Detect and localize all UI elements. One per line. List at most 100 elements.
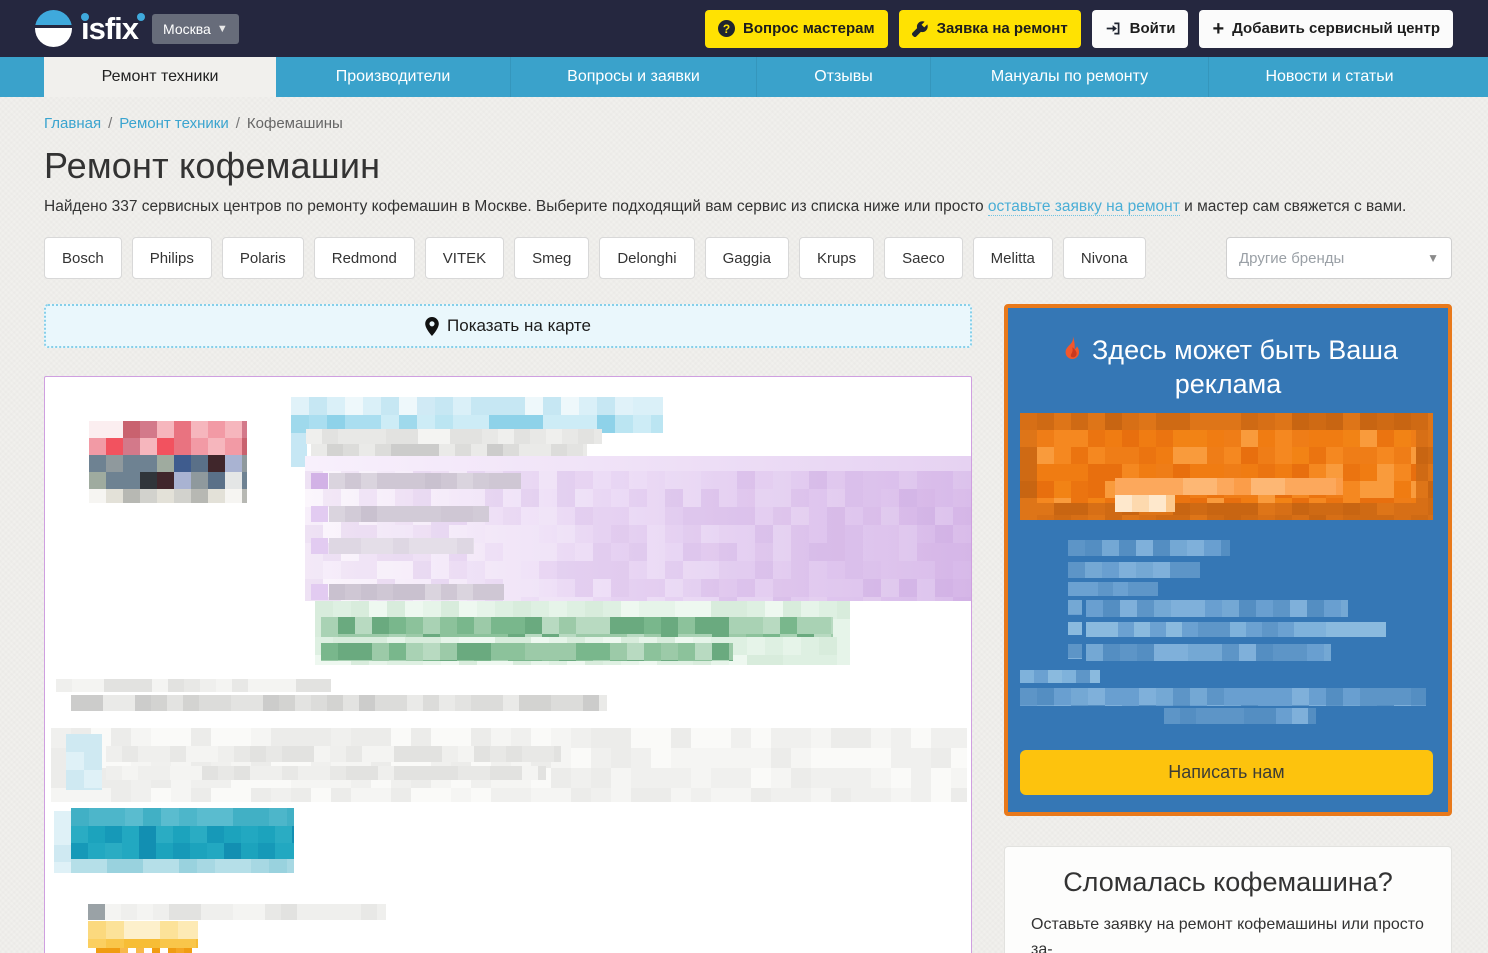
blurred-metro-row: [321, 643, 733, 661]
blurred-ad-text-line: [1068, 582, 1158, 596]
blurred-listing-logo: [89, 489, 247, 503]
blurred-listing-logo: [89, 421, 247, 457]
info-box-title: Сломалась кофемашина?: [1031, 867, 1425, 898]
chevron-down-icon: ▼: [1427, 251, 1439, 265]
ad-title: Здесь может быть Ваша реклама: [1038, 334, 1418, 402]
blurred-text-line: [329, 538, 474, 554]
service-listing-card: [44, 376, 972, 953]
other-brands-dropdown[interactable]: Другие бренды ▼: [1226, 237, 1452, 279]
blurred-bullet: [311, 584, 328, 600]
blurred-ad-bullet: [1068, 644, 1082, 659]
blurred-action-button: [71, 859, 294, 873]
blurred-ad-text-line: [1020, 670, 1100, 683]
tab-novosti-i-stati[interactable]: Новости и статьи: [1208, 57, 1450, 97]
leave-request-link[interactable]: оставьте заявку на ремонт: [988, 198, 1180, 216]
breadcrumb-current: Кофемашины: [247, 115, 343, 132]
blurred-ad-text-line: [1086, 622, 1386, 637]
brand-filter-smeg[interactable]: Smeg: [514, 237, 589, 279]
broken-machine-box: Сломалась кофемашина? Оставьте заявку на…: [1004, 846, 1452, 953]
blurred-ad-text-line: [1086, 644, 1331, 661]
advertising-box: Здесь может быть Ваша реклама Напис: [1004, 304, 1452, 816]
flame-icon: [1058, 336, 1084, 362]
tab-proizvoditeli[interactable]: Производители: [276, 57, 510, 97]
breadcrumb-home[interactable]: Главная: [44, 115, 101, 132]
brand-filter-melitta[interactable]: Melitta: [973, 237, 1053, 279]
site-logo[interactable]: isfix: [35, 10, 138, 47]
brand-filter-polaris[interactable]: Polaris: [222, 237, 304, 279]
blurred-text-line: [105, 904, 386, 920]
blurred-ad-text-line: [1020, 688, 1426, 706]
blurred-ad-text-line: [1068, 562, 1200, 578]
main-nav: Ремонт техники Производители Вопросы и з…: [0, 57, 1488, 97]
info-box-text: Оставьте заявку на ремонт кофемашины или…: [1031, 912, 1425, 953]
blurred-accent-strip: [66, 734, 102, 790]
blurred-text-line: [329, 584, 504, 600]
brand-filter-redmond[interactable]: Redmond: [314, 237, 415, 279]
tab-manualy-po-remontu[interactable]: Мануалы по ремонту: [930, 57, 1208, 97]
blurred-listing-title: [291, 397, 663, 415]
brand-filter-nivona[interactable]: Nivona: [1063, 237, 1146, 279]
ask-masters-button[interactable]: ? Вопрос мастерам: [705, 10, 888, 48]
tab-voprosy-i-zayavki[interactable]: Вопросы и заявки: [510, 57, 756, 97]
blurred-rating-stars: [88, 948, 192, 953]
blurred-text-line: [106, 746, 561, 762]
brand-filter-vitek[interactable]: VITEK: [425, 237, 504, 279]
blurred-rating-stars: [88, 921, 198, 939]
brand-filter-krups[interactable]: Krups: [799, 237, 874, 279]
breadcrumb-repair[interactable]: Ремонт техники: [119, 115, 228, 132]
blurred-ad-text-line: [1164, 708, 1316, 724]
city-selector[interactable]: Москва ▼: [152, 14, 239, 44]
blurred-text-line: [306, 429, 602, 444]
svg-text:?: ?: [723, 22, 730, 36]
logo-text: isfix: [81, 13, 138, 44]
logo-ball-icon: [35, 10, 72, 47]
brand-filter-delonghi[interactable]: Delonghi: [599, 237, 694, 279]
map-pin-icon: [425, 317, 439, 336]
blurred-ad-banner-highlight: [1115, 495, 1175, 512]
tab-otzyvy[interactable]: Отзывы: [756, 57, 930, 97]
blurred-text-line: [106, 766, 546, 780]
brand-filter-row: Bosch Philips Polaris Redmond VITEK Smeg…: [44, 237, 1452, 279]
chevron-down-icon: ▼: [217, 23, 228, 35]
page-title: Ремонт кофемашин: [44, 145, 1452, 187]
blurred-review-icon: [88, 904, 105, 920]
blurred-metro-row: [321, 617, 833, 637]
blurred-text-line: [71, 695, 607, 711]
blurred-ad-bullet: [1068, 622, 1082, 635]
blurred-ad-bullet: [1068, 600, 1082, 615]
breadcrumb: Главная / Ремонт техники / Кофемашины: [44, 115, 1452, 132]
blurred-description-block: [51, 728, 967, 802]
blurred-accent-strip: [54, 811, 71, 873]
logo-dot-icon: [81, 13, 89, 21]
add-service-center-button[interactable]: + Добавить сервисный центр: [1199, 10, 1453, 48]
brand-filter-bosch[interactable]: Bosch: [44, 237, 122, 279]
brand-filter-gaggia[interactable]: Gaggia: [705, 237, 789, 279]
intro-text: Найдено 337 сервисных центров по ремонту…: [44, 198, 1452, 216]
blurred-text-line: [56, 679, 331, 692]
login-icon: [1105, 20, 1122, 37]
blurred-bullet: [311, 538, 328, 554]
plus-icon: +: [1212, 19, 1224, 39]
show-on-map-button[interactable]: Показать на карте: [44, 304, 972, 348]
logo-dot-icon: [137, 13, 145, 21]
brand-filter-saeco[interactable]: Saeco: [884, 237, 963, 279]
blurred-highlight-band: [305, 456, 972, 471]
tab-remont-tekhniki[interactable]: Ремонт техники: [44, 57, 276, 97]
city-label: Москва: [163, 21, 211, 37]
brand-filter-philips[interactable]: Philips: [132, 237, 212, 279]
blurred-action-button: [71, 808, 294, 826]
breadcrumb-separator: /: [236, 115, 240, 132]
blurred-text-line: [329, 473, 521, 489]
repair-request-button[interactable]: Заявка на ремонт: [899, 10, 1081, 48]
blurred-bullet: [311, 506, 328, 522]
write-to-us-button[interactable]: Написать нам: [1020, 750, 1433, 795]
login-button[interactable]: Войти: [1092, 10, 1189, 48]
wrench-icon: [912, 20, 929, 37]
blurred-bullet: [311, 473, 328, 489]
blurred-highlight-texture: [305, 471, 972, 601]
blurred-text-line: [329, 506, 489, 522]
header-actions: ? Вопрос мастерам Заявка на ремонт Войти…: [705, 10, 1453, 48]
blurred-rating-stars: [88, 939, 198, 948]
blurred-ad-banner-highlight: [1115, 478, 1343, 495]
blurred-listing-logo: [89, 455, 247, 489]
